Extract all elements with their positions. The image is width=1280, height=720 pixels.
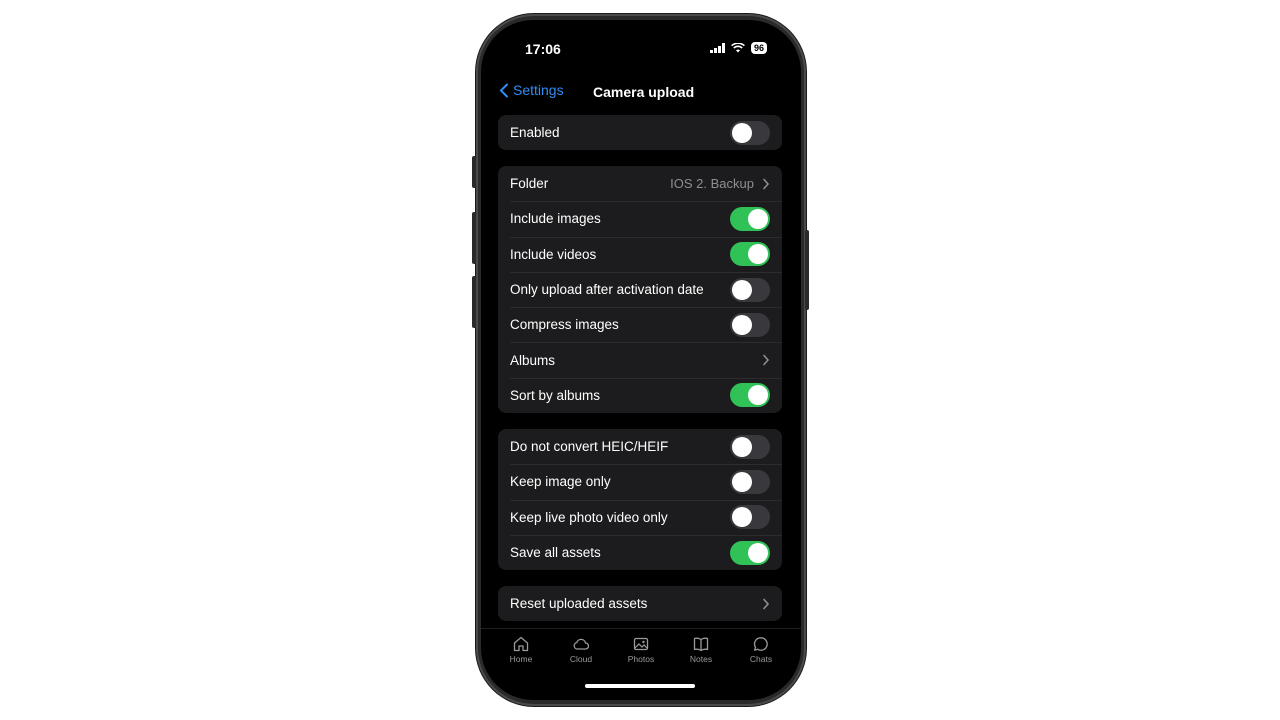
chevron-right-icon [763, 178, 770, 189]
row-label: Reset uploaded assets [510, 596, 648, 612]
enabled-group: Enabled [498, 115, 782, 151]
reset-group: Reset uploaded assets [498, 586, 782, 622]
folder-row[interactable]: Folder IOS 2. Backup [498, 166, 782, 201]
keep-live-video-toggle[interactable] [730, 505, 770, 530]
activation-date-row: Only upload after activation date [498, 271, 782, 307]
tab-label: Cloud [569, 654, 593, 664]
tab-photos[interactable]: Photos [614, 629, 668, 672]
tab-label: Chats [749, 654, 773, 664]
row-label: Albums [510, 352, 556, 368]
battery-indicator: 96 [750, 42, 767, 54]
include-images-row: Include images [498, 201, 782, 236]
notes-icon [693, 637, 709, 652]
action-button [472, 156, 476, 188]
row-label: Folder [510, 176, 549, 192]
back-button[interactable]: Settings [499, 82, 564, 98]
activation-date-toggle[interactable] [730, 277, 770, 302]
dynamic-island [596, 31, 686, 57]
row-label: Include images [510, 211, 601, 227]
save-all-assets-toggle[interactable] [730, 540, 770, 565]
tab-home[interactable]: Home [494, 629, 548, 672]
compress-images-row: Compress images [498, 307, 782, 342]
keep-image-only-toggle[interactable] [730, 469, 770, 494]
phone-screen: 17:06 96 Settings Camera upload Enabled [481, 20, 801, 700]
tab-bar: Home Cloud Photos Notes Chats [481, 628, 801, 672]
back-label: Settings [513, 82, 564, 98]
page-title: Camera upload [593, 84, 695, 100]
include-videos-row: Include videos [498, 236, 782, 272]
save-all-assets-row: Save all assets [498, 534, 782, 570]
compress-images-toggle[interactable] [730, 312, 770, 337]
tab-chats[interactable]: Chats [734, 629, 788, 672]
tab-label: Photos [627, 654, 655, 664]
home-indicator [585, 684, 695, 688]
home-icon [513, 636, 529, 652]
row-label: Include videos [510, 246, 597, 262]
enabled-toggle[interactable] [730, 120, 770, 145]
tab-notes[interactable]: Notes [674, 629, 728, 672]
status-time: 17:06 [525, 41, 561, 57]
include-videos-toggle[interactable] [730, 242, 770, 267]
tab-label: Notes [689, 654, 713, 664]
heic-toggle[interactable] [730, 434, 770, 459]
row-label: Do not convert HEIC/HEIF [510, 439, 669, 455]
enabled-row: Enabled [498, 115, 782, 150]
chevron-right-icon [763, 598, 770, 609]
row-label: Only upload after activation date [510, 282, 704, 298]
cloud-icon [573, 638, 590, 650]
keep-image-only-row: Keep image only [498, 464, 782, 499]
photos-icon [633, 637, 649, 651]
albums-row[interactable]: Albums [498, 342, 782, 377]
reset-uploaded-assets-row[interactable]: Reset uploaded assets [498, 586, 782, 621]
format-options-group: Do not convert HEIC/HEIF Keep image only… [498, 429, 782, 571]
sort-by-albums-toggle[interactable] [730, 383, 770, 408]
chevron-right-icon [763, 354, 770, 366]
row-label: Save all assets [510, 545, 601, 561]
folder-value: IOS 2. Backup [670, 176, 754, 192]
signal-icon [709, 43, 725, 53]
row-label: Keep live photo video only [510, 509, 668, 525]
status-icons: 96 [709, 42, 767, 54]
volume-down-button [472, 276, 476, 328]
tab-cloud[interactable]: Cloud [554, 629, 608, 672]
wifi-icon [731, 43, 745, 53]
chats-icon [753, 637, 768, 651]
row-label: Compress images [510, 317, 619, 333]
chevron-left-icon [499, 83, 508, 97]
upload-options-group: Folder IOS 2. Backup Include images Incl… [498, 166, 782, 414]
heic-row: Do not convert HEIC/HEIF [498, 429, 782, 464]
include-images-toggle[interactable] [730, 206, 770, 231]
navigation-bar: Settings Camera upload [481, 82, 801, 104]
volume-up-button [472, 212, 476, 264]
row-label: Sort by albums [510, 387, 601, 403]
row-label: Keep image only [510, 474, 611, 490]
row-label: Enabled [510, 125, 560, 141]
tab-label: Home [509, 654, 533, 664]
keep-live-video-row: Keep live photo video only [498, 499, 782, 535]
power-button [805, 230, 809, 310]
sort-by-albums-row: Sort by albums [498, 377, 782, 413]
